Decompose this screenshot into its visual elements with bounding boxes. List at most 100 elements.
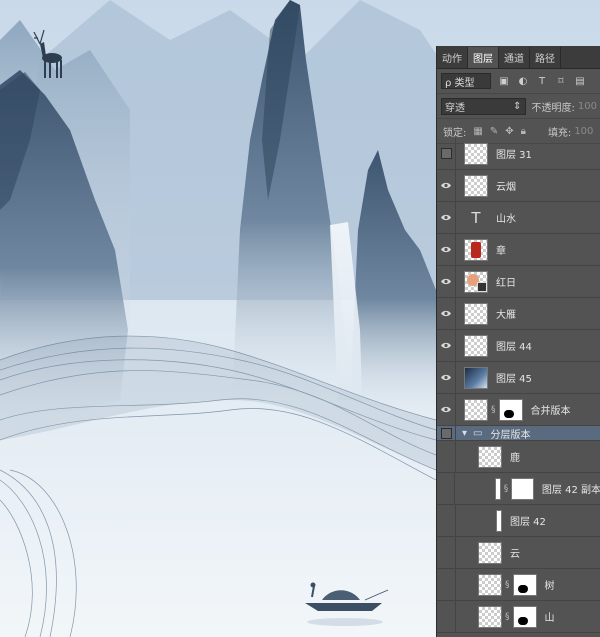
layer-name[interactable]: 分层版本 xyxy=(490,426,530,441)
layer-row[interactable]: T 山水 xyxy=(437,202,600,234)
layer-row[interactable]: § 山 xyxy=(437,601,600,633)
lock-all-icon[interactable]: 🔒︎ xyxy=(521,126,526,137)
visibility-toggle[interactable] xyxy=(437,441,456,472)
layer-thumbnail[interactable] xyxy=(464,270,488,293)
pixel-filter-icon[interactable]: ▣ xyxy=(498,75,510,87)
link-chain-icon[interactable]: § xyxy=(505,580,510,590)
layer-thumbnail[interactable]: T xyxy=(464,207,488,229)
layer-name[interactable]: 树 xyxy=(545,577,555,592)
visibility-toggle[interactable] xyxy=(437,569,456,600)
visibility-toggle[interactable] xyxy=(437,473,455,504)
visibility-eye-icon[interactable] xyxy=(437,330,456,361)
visibility-checkbox[interactable] xyxy=(440,427,452,439)
visibility-eye-icon[interactable] xyxy=(437,394,456,425)
visibility-eye-icon[interactable] xyxy=(437,170,456,201)
layer-thumbnail[interactable] xyxy=(464,398,488,421)
layer-filter-select[interactable]: ρ 类型 xyxy=(441,73,491,89)
layer-name[interactable]: 红日 xyxy=(496,274,516,289)
layer-thumbnail[interactable] xyxy=(464,334,488,357)
folder-icon: ▭ xyxy=(473,427,483,439)
tab-paths[interactable]: 路径 xyxy=(530,47,561,68)
layer-thumbnail[interactable] xyxy=(478,605,502,628)
visibility-eye-icon[interactable] xyxy=(437,266,456,297)
layer-row[interactable]: 云烟 xyxy=(437,170,600,202)
layer-name[interactable]: 图层 44 xyxy=(496,338,532,353)
layer-name[interactable]: 章 xyxy=(496,242,506,257)
lock-transparent-icon[interactable]: ▦ xyxy=(473,126,482,137)
visibility-checkbox[interactable] xyxy=(440,148,452,159)
layer-name[interactable]: 合并版本 xyxy=(531,402,571,417)
visibility-toggle[interactable] xyxy=(437,537,456,568)
layer-name[interactable]: 山水 xyxy=(496,210,516,225)
layer-name[interactable]: 图层 45 xyxy=(496,370,532,385)
link-chain-icon[interactable]: § xyxy=(504,484,509,494)
chevron-updown-icon: ⇕ xyxy=(513,100,522,112)
blend-mode-select[interactable]: 穿透 ⇕ xyxy=(441,97,526,115)
layer-name[interactable]: 山 xyxy=(545,609,555,624)
layer-mask-thumbnail[interactable] xyxy=(511,477,534,500)
visibility-eye-icon[interactable] xyxy=(437,298,456,329)
layer-filter-label: ρ 类型 xyxy=(445,77,475,89)
layer-row[interactable]: 大雁 xyxy=(437,298,600,330)
visibility-eye-icon[interactable] xyxy=(437,202,456,233)
layer-name[interactable]: 云 xyxy=(510,545,520,560)
lock-label: 锁定: xyxy=(443,127,467,139)
visibility-eye-icon[interactable] xyxy=(437,234,456,265)
expand-arrow-icon[interactable]: ▾ xyxy=(462,428,467,439)
layer-name[interactable]: 云烟 xyxy=(496,178,516,193)
layer-thumbnail[interactable] xyxy=(464,302,488,325)
layer-row[interactable]: 图层 42 xyxy=(437,505,600,537)
layer-name[interactable]: 鹿 xyxy=(510,449,520,464)
layer-name[interactable]: 图层 31 xyxy=(496,146,532,161)
tab-layers[interactable]: 图层 xyxy=(468,47,499,68)
layer-thumbnail[interactable] xyxy=(494,477,501,500)
link-chain-icon[interactable]: § xyxy=(505,612,510,622)
layer-row[interactable]: 图层 45 xyxy=(437,362,600,394)
layer-row[interactable]: § 树 xyxy=(437,569,600,601)
layer-mask-thumbnail[interactable] xyxy=(512,605,537,628)
layer-group-row[interactable]: ▾ ▭ 分层版本 xyxy=(437,426,600,441)
blend-mode-value: 穿透 xyxy=(445,102,465,114)
layer-thumbnail[interactable] xyxy=(496,509,502,532)
visibility-toggle[interactable] xyxy=(437,138,456,169)
text-filter-icon[interactable]: T xyxy=(536,75,548,87)
tab-channels[interactable]: 通道 xyxy=(499,47,530,68)
link-chain-icon[interactable]: § xyxy=(491,405,496,415)
adjustment-filter-icon[interactable]: ◐ xyxy=(517,75,529,87)
smart-object-filter-icon[interactable]: ▤ xyxy=(574,75,586,87)
fill-label: 填充: xyxy=(547,127,572,139)
visibility-toggle[interactable] xyxy=(437,505,456,536)
layer-row[interactable]: 图层 31 xyxy=(437,138,600,170)
tab-actions[interactable]: 动作 xyxy=(437,47,468,68)
layer-row[interactable]: 红日 xyxy=(437,266,600,298)
visibility-toggle[interactable] xyxy=(437,426,456,440)
layer-thumbnail[interactable] xyxy=(478,445,502,468)
shape-filter-icon[interactable]: ⌑ xyxy=(555,75,567,87)
visibility-toggle[interactable] xyxy=(437,601,456,632)
layer-thumbnail[interactable] xyxy=(478,541,502,564)
layer-name[interactable]: 图层 42 副本 xyxy=(542,481,600,496)
fill-input[interactable]: 100 xyxy=(574,126,593,137)
layer-row[interactable]: 鹿 xyxy=(437,441,600,473)
opacity-label: 不透明度: xyxy=(531,102,575,114)
layer-row[interactable]: 章 xyxy=(437,234,600,266)
layer-mask-thumbnail[interactable] xyxy=(512,573,537,596)
lock-image-icon[interactable]: ✎ xyxy=(490,126,498,137)
layer-name[interactable]: 大雁 xyxy=(496,306,516,321)
layer-name[interactable]: 图层 42 xyxy=(510,513,546,528)
layer-thumbnail[interactable] xyxy=(464,174,488,197)
layer-thumbnail[interactable] xyxy=(464,238,488,261)
lock-position-icon[interactable]: ✥ xyxy=(505,126,513,137)
layer-mask-thumbnail[interactable] xyxy=(498,398,523,421)
layer-thumbnail[interactable] xyxy=(478,573,502,596)
blend-row: 穿透 ⇕ 不透明度: 100 xyxy=(437,94,600,119)
layer-row[interactable]: 图层 44 xyxy=(437,330,600,362)
layer-row[interactable]: § 图层 42 副本 xyxy=(437,473,600,505)
layer-row[interactable]: 云 xyxy=(437,537,600,569)
layer-thumbnail[interactable] xyxy=(464,366,488,389)
layer-row[interactable]: § 合并版本 xyxy=(437,394,600,426)
layer-thumbnail[interactable] xyxy=(464,142,488,165)
text-layer-icon: T xyxy=(471,208,481,227)
opacity-input[interactable]: 100 xyxy=(578,101,597,112)
visibility-eye-icon[interactable] xyxy=(437,362,456,393)
